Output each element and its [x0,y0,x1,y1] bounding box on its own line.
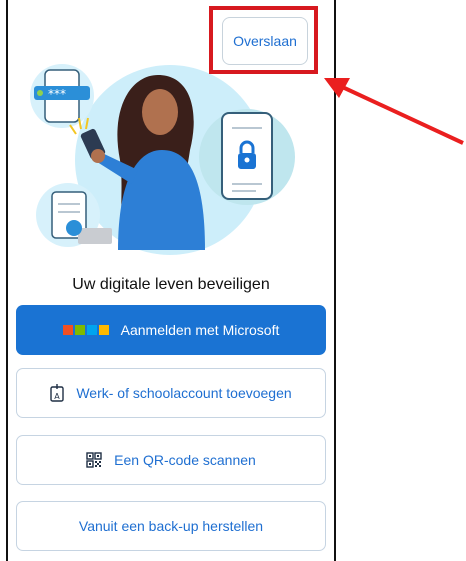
add-work-account-label: Werk- of schoolaccount toevoegen [76,385,292,401]
add-work-account-button[interactable]: A Werk- of schoolaccount toevoegen [16,368,326,418]
restore-backup-button[interactable]: Vanuit een back-up herstellen [16,501,326,551]
qr-code-icon [86,452,102,468]
scan-qr-button[interactable]: Een QR-code scannen [16,435,326,485]
scan-qr-label: Een QR-code scannen [114,452,256,468]
svg-text:A: A [55,392,61,401]
sign-in-microsoft-label: Aanmelden met Microsoft [120,322,280,338]
sign-in-microsoft-button[interactable]: Aanmelden met Microsoft [16,305,326,355]
badge-icon: A [50,384,65,402]
page-title: Uw digitale leven beveiligen [72,276,270,293]
microsoft-logo-icon [62,325,109,335]
restore-backup-label: Vanuit een back-up herstellen [78,518,264,534]
